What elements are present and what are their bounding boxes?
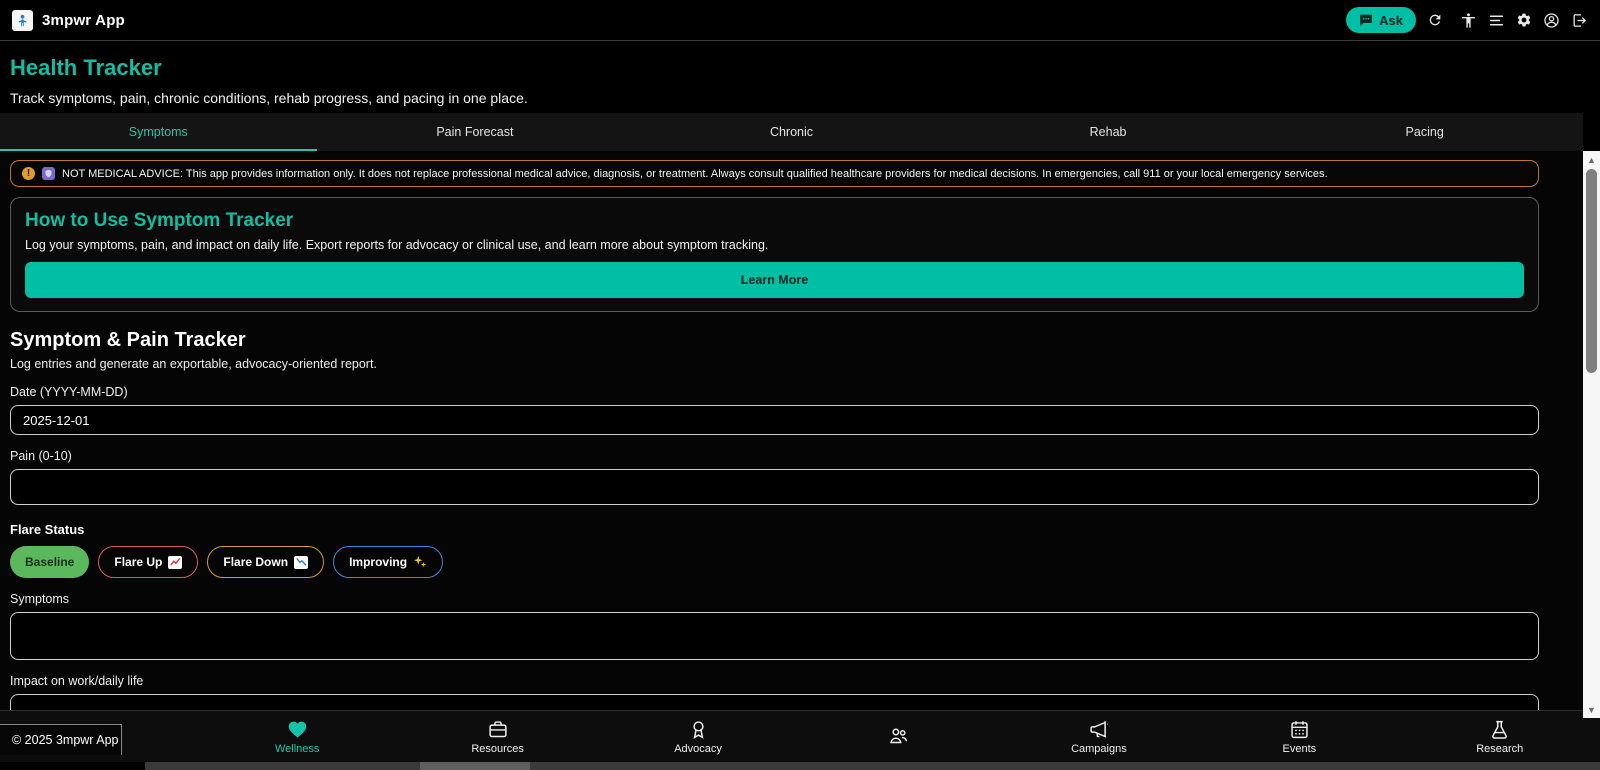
menu-icon[interactable] xyxy=(1488,12,1505,29)
logout-icon[interactable] xyxy=(1571,12,1588,29)
page-header: Health Tracker Track symptoms, pain, chr… xyxy=(0,42,1583,106)
page-title: Health Tracker xyxy=(10,55,162,80)
app-title: 3mpwr App xyxy=(42,11,125,29)
date-input[interactable] xyxy=(10,405,1539,435)
impact-label: Impact on work/daily life xyxy=(10,674,144,688)
learn-more-button[interactable]: Learn More xyxy=(25,262,1524,298)
nav-item-advocacy[interactable]: Advocacy xyxy=(598,719,798,755)
chart-decreasing-icon xyxy=(294,555,309,569)
symptoms-label: Symptoms xyxy=(10,592,70,606)
footer-copyright: © 2025 3mpwr App xyxy=(0,724,122,755)
ask-button-label: Ask xyxy=(1379,12,1403,28)
tab-label: Pain Forecast xyxy=(436,125,514,139)
nav-label: Wellness xyxy=(274,742,320,755)
tab-chronic[interactable]: Chronic xyxy=(633,113,950,151)
calendar-icon xyxy=(1289,719,1310,740)
flare-status-group: Baseline Flare Up Flare Down Improving xyxy=(10,546,1539,578)
tab-symptoms[interactable]: Symptoms xyxy=(0,113,317,151)
pain-input[interactable] xyxy=(10,469,1539,505)
app-logo-icon xyxy=(12,9,33,31)
ask-button[interactable]: Ask xyxy=(1346,7,1416,33)
flare-down-label: Flare Down xyxy=(223,555,289,569)
tab-rehab[interactable]: Rehab xyxy=(950,113,1267,151)
scroll-down-arrow[interactable]: ▼ xyxy=(1583,702,1600,717)
flare-down-button[interactable]: Flare Down xyxy=(207,546,325,578)
medical-disclaimer-banner: ! NOT MEDICAL ADVICE: This app provides … xyxy=(10,160,1539,187)
tab-label: Symptoms xyxy=(128,125,188,139)
disclaimer-text: NOT MEDICAL ADVICE: This app provides in… xyxy=(62,167,1328,180)
flare-baseline-label: Baseline xyxy=(25,555,75,569)
horizontal-scrollbar[interactable] xyxy=(145,762,1600,770)
vertical-scrollbar-thumb[interactable] xyxy=(1586,169,1597,373)
pain-label: Pain (0-10) xyxy=(10,449,72,463)
settings-gear-icon[interactable] xyxy=(1516,12,1532,28)
people-icon xyxy=(887,725,910,746)
tab-label: Pacing xyxy=(1405,125,1444,139)
topbar-actions: Ask xyxy=(1346,7,1588,33)
impact-textarea[interactable] xyxy=(10,694,1539,710)
nav-item-community[interactable] xyxy=(798,725,998,749)
scroll-up-arrow[interactable]: ▲ xyxy=(1583,152,1600,167)
policy-badge-icon xyxy=(42,167,55,180)
nav-label: Resources xyxy=(471,742,524,755)
nav-item-campaigns[interactable]: Campaigns xyxy=(999,719,1199,755)
nav-item-resources[interactable]: Resources xyxy=(397,719,597,755)
improving-label: Improving xyxy=(349,555,408,569)
tracker-title: Symptom & Pain Tracker xyxy=(10,329,246,351)
tab-pacing[interactable]: Pacing xyxy=(1266,113,1583,151)
refresh-icon[interactable] xyxy=(1427,12,1443,28)
nav-label: Advocacy xyxy=(674,742,722,755)
improving-button[interactable]: Improving xyxy=(333,546,444,578)
accessibility-icon[interactable] xyxy=(1460,12,1477,29)
how-to-title: How to Use Symptom Tracker xyxy=(25,210,294,231)
nav-label: Events xyxy=(1282,742,1317,755)
heart-icon xyxy=(286,719,309,740)
tab-bar: Symptoms Pain Forecast Chronic Rehab Pac… xyxy=(0,113,1583,151)
megaphone-icon xyxy=(1088,719,1110,740)
tracker-subtitle: Log entries and generate an exportable, … xyxy=(10,357,377,371)
briefcase-icon xyxy=(487,719,509,740)
warning-icon: ! xyxy=(22,167,35,180)
main-content: ! NOT MEDICAL ADVICE: This app provides … xyxy=(0,151,1583,710)
app-brand: 3mpwr App xyxy=(12,9,125,31)
how-to-description: Log your symptoms, pain, and impact on d… xyxy=(25,238,769,252)
flask-icon xyxy=(1489,719,1510,740)
vertical-scrollbar[interactable]: ▲ ▼ xyxy=(1583,151,1600,718)
nav-label: Campaigns xyxy=(1071,742,1127,755)
tab-label: Chronic xyxy=(769,125,814,139)
tab-pain-forecast[interactable]: Pain Forecast xyxy=(317,113,634,151)
flare-baseline-button[interactable]: Baseline xyxy=(10,546,90,578)
date-label: Date (YYYY-MM-DD) xyxy=(10,385,128,399)
horizontal-scrollbar-thumb[interactable] xyxy=(420,762,530,770)
tab-label: Rehab xyxy=(1089,125,1127,139)
chart-increasing-icon xyxy=(168,555,183,569)
account-icon[interactable] xyxy=(1543,12,1560,29)
nav-item-wellness[interactable]: Wellness xyxy=(197,719,397,755)
flare-up-button[interactable]: Flare Up xyxy=(98,546,199,578)
symptoms-textarea[interactable] xyxy=(10,612,1539,660)
bottom-navigation: Wellness Resources Advocacy Campaigns Ev… xyxy=(0,710,1600,762)
top-bar: 3mpwr App Ask xyxy=(0,0,1600,41)
award-icon xyxy=(688,719,709,740)
flare-status-label: Flare Status xyxy=(10,522,85,537)
sparkles-icon xyxy=(413,555,427,569)
flare-up-label: Flare Up xyxy=(114,555,163,569)
nav-item-events[interactable]: Events xyxy=(1199,719,1399,755)
page-subtitle: Track symptoms, pain, chronic conditions… xyxy=(10,90,528,106)
chat-icon xyxy=(1359,13,1373,27)
how-to-card: How to Use Symptom Tracker Log your symp… xyxy=(10,197,1539,312)
nav-label: Research xyxy=(1476,742,1524,755)
nav-item-research[interactable]: Research xyxy=(1400,719,1600,755)
